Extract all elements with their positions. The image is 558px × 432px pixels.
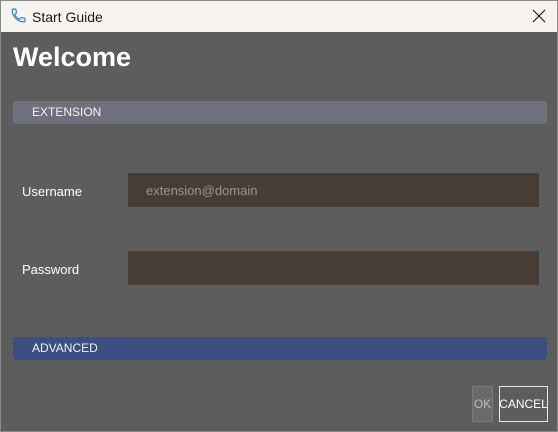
window-title: Start Guide xyxy=(32,9,103,25)
start-guide-window: Start Guide Welcome EXTENSION Username P… xyxy=(0,0,558,432)
advanced-section-toggle[interactable]: ADVANCED xyxy=(13,337,547,360)
page-title: Welcome xyxy=(13,42,132,72)
extension-section-header: EXTENSION xyxy=(13,101,547,124)
ok-button[interactable]: OK xyxy=(472,386,493,422)
password-input[interactable] xyxy=(128,251,539,285)
password-label: Password xyxy=(22,262,80,277)
cancel-button[interactable]: CANCEL xyxy=(499,386,548,422)
username-label: Username xyxy=(22,184,82,199)
phone-icon xyxy=(10,7,27,24)
close-icon[interactable] xyxy=(527,4,551,28)
username-input[interactable] xyxy=(128,173,539,207)
title-bar[interactable]: Start Guide xyxy=(1,1,557,32)
